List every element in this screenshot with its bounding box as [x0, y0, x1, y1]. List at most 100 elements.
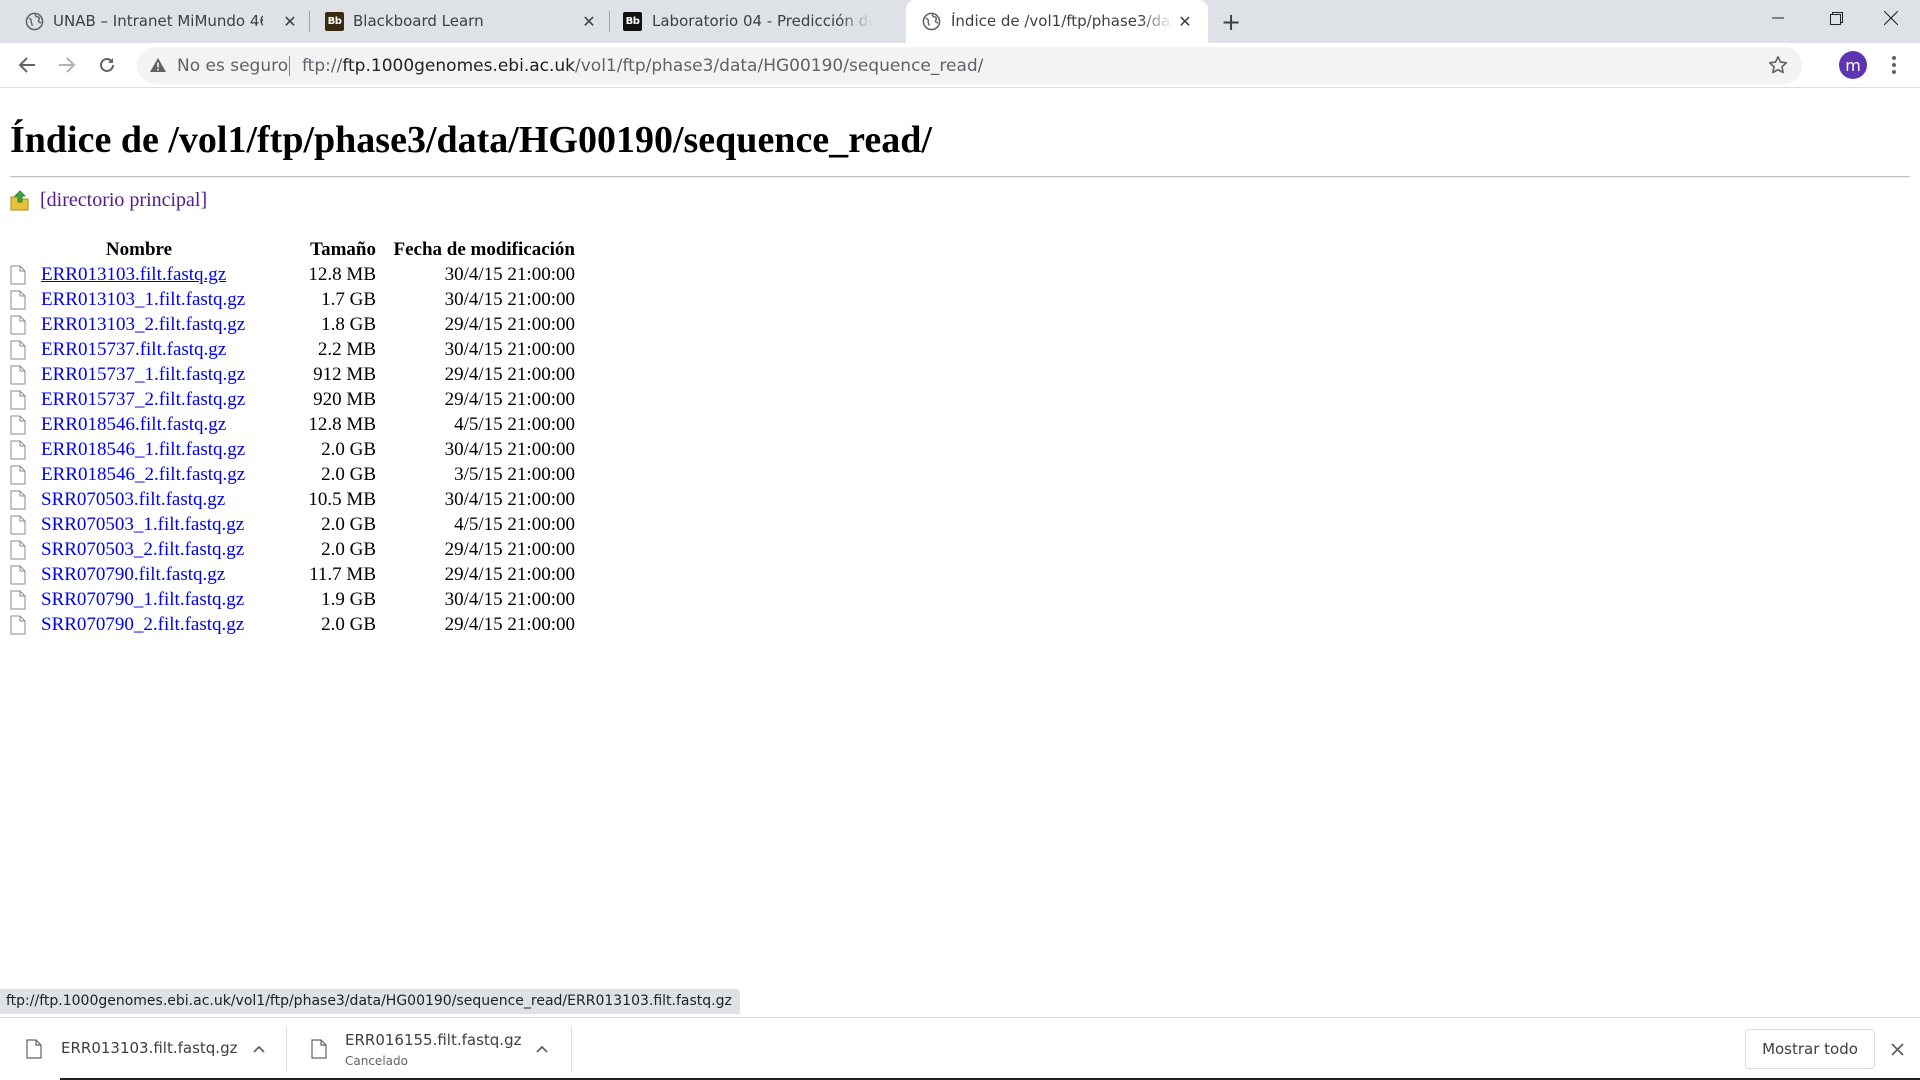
table-row: ERR018546.filt.fastq.gz 12.8 MB 4/5/15 21:… [10, 412, 575, 437]
file-listing-table: Nombre Tamaño Fecha de modificación ERR0… [10, 237, 575, 637]
table-row: SRR070790_2.filt.fastq.gz 2.0 GB 29/4/15 2… [10, 612, 575, 637]
page-content: Índice de /vol1/ftp/phase3/data/HG00190/… [0, 89, 1920, 989]
file-date-cell: 30/4/15 21:00:00 [444, 588, 575, 610]
file-link[interactable]: SRR070790_1.filt.fastq.gz [41, 589, 244, 611]
more-vert-icon [1892, 56, 1896, 74]
close-tab-icon[interactable]: ✕ [1174, 10, 1196, 32]
file-size-cell: 11.7 MB [309, 563, 376, 585]
file-name-wrapper: SRR070790_2.filt.fastq.gz [10, 614, 268, 636]
file-name-wrapper: SRR070790.filt.fastq.gz [10, 564, 268, 586]
download-item[interactable]: ERR013103.filt.fastq.gz [0, 1018, 287, 1080]
tab-indice-ftp[interactable]: Índice de /vol1/ftp/phase3/data/ ✕ [906, 0, 1208, 43]
forward-arrow-icon [59, 57, 76, 73]
file-link[interactable]: SRR070503_1.filt.fastq.gz [41, 514, 244, 536]
table-row: SRR070790.filt.fastq.gz 11.7 MB 29/4/15 21… [10, 562, 575, 587]
table-row: ERR018546_1.filt.fastq.gz 2.0 GB 30/4/15 2… [10, 437, 575, 462]
download-status: Cancelado [345, 1054, 408, 1068]
security-status[interactable]: No es seguro [177, 56, 288, 76]
file-size-cell: 920 MB [313, 388, 376, 410]
file-link[interactable]: ERR013103_1.filt.fastq.gz [41, 289, 245, 311]
file-date-cell: 30/4/15 21:00:00 [444, 488, 575, 510]
file-name-cell: SRR070503_1.filt.fastq.gz [10, 512, 268, 537]
forward-button[interactable] [52, 50, 82, 80]
download-shelf: ERR013103.filt.fastq.gz ERR016155.filt.f… [0, 1017, 1920, 1080]
tab-strip: UNAB – Intranet MiMundo 46 ✕ Bb Blackboa… [0, 0, 1920, 43]
url-text[interactable]: ftp://ftp.1000genomes.ebi.ac.uk/vol1/ftp… [302, 56, 983, 76]
restore-icon [1829, 11, 1843, 25]
file-icon [10, 540, 26, 560]
file-date-cell: 30/4/15 21:00:00 [444, 288, 575, 310]
file-link[interactable]: ERR018546_1.filt.fastq.gz [41, 439, 245, 461]
table-row: SRR070503.filt.fastq.gz 10.5 MB 30/4/15 21… [10, 487, 575, 512]
minimize-button[interactable] [1749, 0, 1807, 36]
file-icon [10, 340, 26, 360]
file-size-cell: 1.7 GB [321, 288, 376, 310]
globe-icon [25, 12, 44, 31]
warning-icon[interactable] [149, 57, 167, 78]
restore-button[interactable] [1807, 0, 1865, 36]
table-row: ERR015737.filt.fastq.gz 2.2 MB 30/4/15 21:… [10, 337, 575, 362]
file-link[interactable]: ERR013103_2.filt.fastq.gz [41, 314, 245, 336]
file-link[interactable]: SRR070503.filt.fastq.gz [41, 489, 225, 511]
close-tab-icon[interactable]: ✕ [578, 10, 600, 32]
column-header-date[interactable]: Fecha de modificación [380, 237, 575, 262]
file-name-cell: SRR070503_2.filt.fastq.gz [10, 537, 268, 562]
column-header-name[interactable]: Nombre [10, 237, 268, 262]
browser-menu-button[interactable] [1880, 51, 1908, 79]
file-date-cell: 29/4/15 21:00:00 [444, 313, 575, 335]
file-link[interactable]: SRR070790_2.filt.fastq.gz [41, 614, 244, 636]
tab-laboratorio-04[interactable]: Bb Laboratorio 04 - Predicción de genes [610, 0, 906, 43]
browser-toolbar: No es seguro ftp://ftp.1000genomes.ebi.a… [0, 43, 1920, 88]
file-size-cell: 12.8 MB [308, 413, 376, 435]
file-date-cell: 30/4/15 21:00:00 [444, 338, 575, 360]
file-icon [10, 565, 26, 585]
table-row: ERR013103_2.filt.fastq.gz 1.8 GB 29/4/15 2… [10, 312, 575, 337]
file-icon [10, 465, 26, 485]
folder-up-icon[interactable] [10, 189, 30, 211]
minimize-icon [1772, 17, 1784, 19]
file-date-cell: 29/4/15 21:00:00 [444, 613, 575, 635]
globe-icon [922, 12, 941, 31]
file-link[interactable]: ERR018546.filt.fastq.gz [41, 414, 226, 436]
file-link[interactable]: ERR015737.filt.fastq.gz [41, 339, 226, 361]
heading-divider [10, 176, 1910, 178]
file-name-cell: ERR018546_1.filt.fastq.gz [10, 437, 268, 462]
bookmark-star-icon[interactable] [1768, 55, 1788, 80]
tab-blackboard-learn[interactable]: Bb Blackboard Learn ✕ [310, 0, 610, 43]
show-all-downloads-button[interactable]: Mostrar todo [1745, 1029, 1875, 1069]
file-name-wrapper: SRR070503.filt.fastq.gz [10, 489, 268, 511]
file-icon [10, 440, 26, 460]
close-tab-icon[interactable]: ✕ [279, 10, 301, 32]
chevron-up-icon[interactable] [248, 1038, 270, 1060]
file-name-wrapper: ERR018546_2.filt.fastq.gz [10, 464, 268, 486]
tab-unab-intranet[interactable]: UNAB – Intranet MiMundo 46 ✕ [8, 0, 310, 43]
file-link[interactable]: SRR070790.filt.fastq.gz [41, 564, 225, 586]
file-name-cell: ERR013103_2.filt.fastq.gz [10, 312, 268, 337]
file-name-wrapper: ERR018546.filt.fastq.gz [10, 414, 268, 436]
file-link[interactable]: ERR013103.filt.fastq.gz [41, 264, 226, 286]
reload-button[interactable] [92, 50, 122, 80]
file-date-cell: 3/5/15 21:00:00 [454, 463, 575, 485]
column-header-size[interactable]: Tamaño [268, 237, 380, 262]
file-rows: ERR013103.filt.fastq.gz 12.8 MB 30/4/15 21… [10, 262, 575, 637]
file-link[interactable]: ERR018546_2.filt.fastq.gz [41, 464, 245, 486]
file-link[interactable]: SRR070503_2.filt.fastq.gz [41, 539, 244, 561]
chevron-up-icon[interactable] [531, 1038, 553, 1060]
tab-title: UNAB – Intranet MiMundo 46 [53, 12, 263, 30]
new-tab-button[interactable]: + [1218, 8, 1244, 36]
file-link[interactable]: ERR015737_1.filt.fastq.gz [41, 364, 245, 386]
file-icon [10, 365, 26, 385]
close-window-button[interactable] [1862, 0, 1920, 36]
profile-avatar[interactable]: m [1839, 51, 1867, 79]
back-button[interactable] [12, 50, 42, 80]
file-name-wrapper: ERR013103_2.filt.fastq.gz [10, 314, 268, 336]
file-name-cell: SRR070790.filt.fastq.gz [10, 562, 268, 587]
file-link[interactable]: ERR015737_2.filt.fastq.gz [41, 389, 245, 411]
close-shelf-button[interactable] [1885, 1037, 1909, 1061]
file-name-wrapper: SRR070503_1.filt.fastq.gz [10, 514, 268, 536]
parent-directory-link[interactable]: [directorio principal] [40, 189, 207, 212]
download-item[interactable]: ERR016155.filt.fastq.gz Cancelado [287, 1018, 572, 1080]
file-name-cell: ERR013103.filt.fastq.gz [10, 262, 268, 287]
file-date-cell: 29/4/15 21:00:00 [444, 563, 575, 585]
address-bar[interactable]: No es seguro ftp://ftp.1000genomes.ebi.a… [137, 47, 1802, 84]
